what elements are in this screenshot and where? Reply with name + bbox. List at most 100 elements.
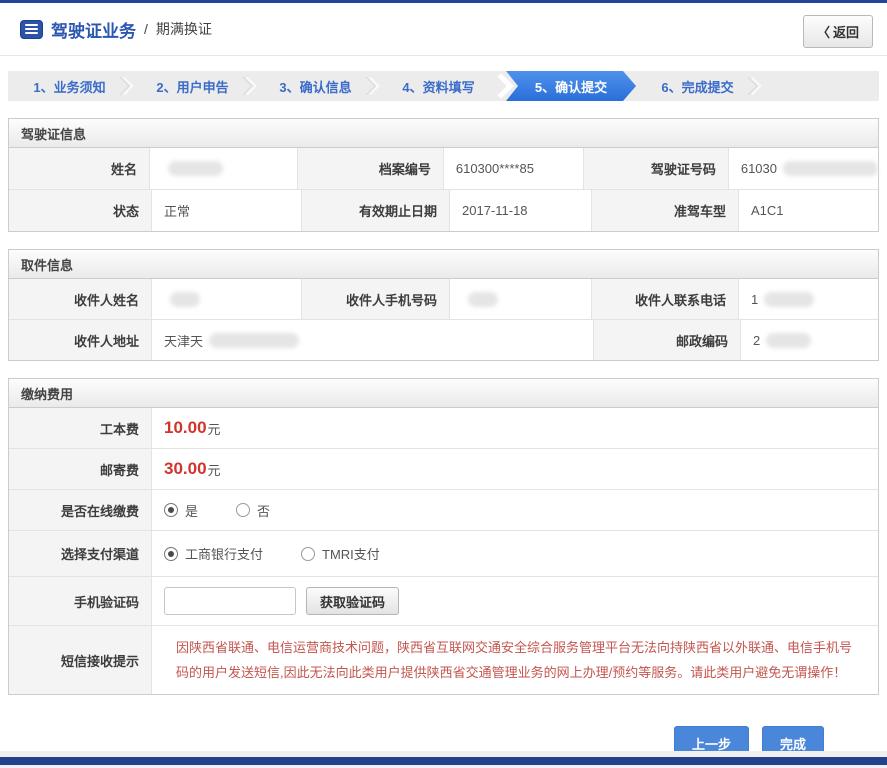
radio-unselected-icon[interactable] <box>236 503 251 517</box>
name-value <box>149 148 297 189</box>
channel-tmri-label: TMRI支付 <box>322 547 380 562</box>
radio-selected-icon[interactable] <box>164 546 178 561</box>
online-pay-yes-option[interactable]: 是 <box>164 501 198 520</box>
step-5-confirm-submit-active: 5、确认提交 <box>506 71 636 101</box>
license-no-value: 61030 <box>727 148 878 189</box>
sms-code-row: 获取验证码 <box>151 577 878 625</box>
postage-fee-unit: 元 <box>207 462 221 478</box>
postage-fee-amount: 30.00 <box>164 459 207 478</box>
file-no-label: 档案编号 <box>296 148 443 189</box>
status-value: 正常 <box>151 190 301 231</box>
step-4-fill-materials: 4、资料填写 <box>377 71 500 101</box>
step-6-complete-submit: 6、完成提交 <box>636 71 762 101</box>
redacted-postcode <box>766 332 812 348</box>
recipient-name-value <box>151 279 301 319</box>
recipient-mobile-label: 收件人手机号码 <box>301 279 449 319</box>
address-value: 天津天 <box>151 320 593 360</box>
recipient-mobile-value <box>449 279 591 319</box>
table-row: 收件人地址 天津天 邮政编码 2 <box>9 319 878 360</box>
table-row: 收件人姓名 收件人手机号码 收件人联系电话 1 <box>9 279 878 319</box>
redacted-recipient-phone <box>764 291 815 307</box>
production-fee-value: 10.00 元 <box>151 408 878 448</box>
chevron-left-icon: 〈 <box>816 25 830 40</box>
sms-note-label: 短信接收提示 <box>9 626 151 694</box>
online-pay-yes-label: 是 <box>185 503 199 519</box>
sms-code-input[interactable] <box>164 587 296 615</box>
step-label: 4、资料填写 <box>402 79 475 95</box>
channel-icbc-option[interactable]: 工商银行支付 <box>164 544 263 563</box>
page: 驾驶证业务 / 期满换证 〈返回 1、业务须知 2、用户申告 3、确认信息 4、… <box>0 0 887 768</box>
breadcrumb-divider: / <box>144 21 148 37</box>
fees-section: 缴纳费用 工本费 10.00 元 邮寄费 30.00 元 是否在线缴费 是 否 选择… <box>8 378 879 695</box>
online-pay-label: 是否在线缴费 <box>9 490 151 530</box>
recipient-phone-value: 1 <box>738 279 878 319</box>
channel-tmri-option[interactable]: TMRI支付 <box>301 544 380 563</box>
pay-channel-label: 选择支付渠道 <box>9 531 151 576</box>
pickup-info-section: 取件信息 收件人姓名 收件人手机号码 收件人联系电话 1 收件人地址 天津天 邮… <box>8 249 879 361</box>
postcode-value: 2 <box>740 320 878 360</box>
back-button-label: 返回 <box>832 25 859 40</box>
expiry-label: 有效期止日期 <box>301 190 449 231</box>
table-row: 选择支付渠道 工商银行支付 TMRI支付 <box>9 530 878 576</box>
sms-code-label: 手机验证码 <box>9 577 151 625</box>
step-1-business-notes: 1、业务须知 <box>8 71 134 101</box>
redacted-name <box>168 161 224 176</box>
page-title: 驾驶证业务 <box>51 21 136 41</box>
radio-selected-icon[interactable] <box>164 503 178 517</box>
bottom-navy-bar <box>0 757 887 765</box>
recipient-name-label: 收件人姓名 <box>9 279 151 319</box>
license-no-prefix: 61030 <box>740 161 777 176</box>
table-row: 姓名 档案编号 610300****85 驾驶证号码 61030 <box>9 148 878 189</box>
license-info-section-title: 驾驶证信息 <box>9 119 878 148</box>
list-icon <box>20 19 43 39</box>
redacted-license-no <box>783 161 878 176</box>
table-row: 工本费 10.00 元 <box>9 408 878 448</box>
file-no-value: 610300****85 <box>442 148 583 189</box>
step-2-user-declaration: 2、用户申告 <box>131 71 257 101</box>
pay-channel-options: 工商银行支付 TMRI支付 <box>151 531 878 576</box>
step-label: 2、用户申告 <box>156 79 229 95</box>
name-label: 姓名 <box>9 148 150 189</box>
step-3-confirm-info: 3、确认信息 <box>254 71 380 101</box>
channel-icbc-label: 工商银行支付 <box>185 547 264 562</box>
table-row: 短信接收提示 因陕西省联通、电信运营商技术问题，陕西省互联网交通安全综合服务管理… <box>9 625 878 694</box>
redacted-address <box>209 332 300 348</box>
redacted-recipient-name <box>170 291 200 307</box>
table-row: 邮寄费 30.00 元 <box>9 448 878 489</box>
online-pay-no-option[interactable]: 否 <box>236 501 270 520</box>
postage-fee-label: 邮寄费 <box>9 449 151 489</box>
breadcrumb-current: 期满换证 <box>155 21 212 37</box>
get-sms-code-button[interactable]: 获取验证码 <box>306 587 400 615</box>
sms-note-text: 因陕西省联通、电信运营商技术问题，陕西省互联网交通安全综合服务管理平台无法向持陕… <box>176 640 853 680</box>
postage-fee-value: 30.00 元 <box>151 449 878 489</box>
status-label: 状态 <box>9 190 151 231</box>
production-fee-label: 工本费 <box>9 408 151 448</box>
license-no-label: 驾驶证号码 <box>582 148 728 189</box>
table-row: 是否在线缴费 是 否 <box>9 489 878 530</box>
step-label: 3、确认信息 <box>279 79 352 95</box>
address-prefix: 天津天 <box>164 333 204 349</box>
postcode-prefix: 2 <box>753 332 761 348</box>
step-wizard: 1、业务须知 2、用户申告 3、确认信息 4、资料填写 5、确认提交 6、完成提… <box>8 71 879 101</box>
production-fee-amount: 10.00 <box>164 418 207 437</box>
back-button[interactable]: 〈返回 <box>802 15 873 48</box>
page-header: 驾驶证业务 / 期满换证 〈返回 <box>0 3 887 56</box>
table-row: 状态 正常 有效期止日期 2017-11-18 准驾车型 A1C1 <box>9 189 878 231</box>
vehicle-class-label: 准驾车型 <box>591 190 738 231</box>
redacted-recipient-mobile <box>468 291 498 307</box>
address-label: 收件人地址 <box>9 320 151 360</box>
production-fee-unit: 元 <box>207 421 221 437</box>
pickup-info-section-title: 取件信息 <box>9 250 878 279</box>
step-label: 1、业务须知 <box>33 79 106 95</box>
step-gap <box>488 71 514 101</box>
radio-unselected-icon[interactable] <box>301 546 316 561</box>
recipient-phone-label: 收件人联系电话 <box>591 279 738 319</box>
step-label: 5、确认提交 <box>534 79 608 95</box>
step-label: 6、完成提交 <box>661 79 734 95</box>
online-pay-options: 是 否 <box>151 490 878 530</box>
postcode-label: 邮政编码 <box>593 320 740 360</box>
license-info-section: 驾驶证信息 姓名 档案编号 610300****85 驾驶证号码 61030 状… <box>8 118 879 232</box>
expiry-value: 2017-11-18 <box>449 190 591 231</box>
vehicle-class-value: A1C1 <box>738 190 878 231</box>
online-pay-no-label: 否 <box>257 503 271 519</box>
